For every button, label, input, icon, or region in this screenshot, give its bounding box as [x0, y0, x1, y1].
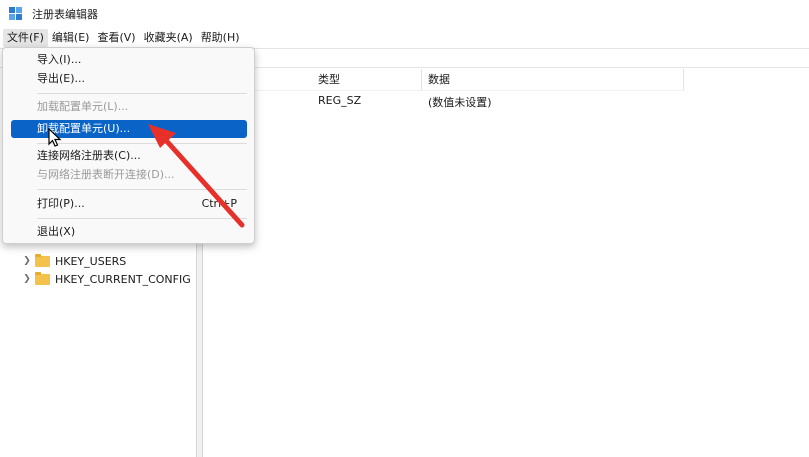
cell-type[interactable]: REG_SZ	[312, 94, 361, 107]
menu-view[interactable]: 查看(V)	[93, 29, 139, 47]
menu-separator	[37, 218, 247, 219]
menu-item-connect-network-registry[interactable]: 连接网络注册表(C)...	[11, 147, 247, 165]
menu-separator	[37, 189, 247, 190]
header-divider	[204, 90, 684, 91]
title-bar: 注册表编辑器	[0, 0, 809, 28]
menu-edit[interactable]: 编辑(E)	[48, 29, 94, 47]
menu-separator	[37, 93, 247, 94]
column-header-type[interactable]: 类型	[312, 69, 422, 90]
file-menu-dropdown: 导入(I)... 导出(E)... 加载配置单元(L)... 卸载配置单元(U)…	[2, 47, 255, 244]
menu-item-export[interactable]: 导出(E)...	[11, 70, 247, 88]
values-list-pane[interactable]: 类型 数据 REG_SZ (数值未设置)	[204, 69, 809, 457]
folder-icon	[35, 253, 50, 267]
menu-file[interactable]: 文件(F)	[3, 29, 48, 47]
menu-item-exit[interactable]: 退出(X)	[11, 223, 247, 241]
tree-item-hkey-users[interactable]: ❯ HKEY_USERS	[22, 252, 126, 270]
chevron-right-icon[interactable]: ❯	[22, 256, 32, 266]
menu-item-load-hive: 加载配置单元(L)...	[37, 100, 129, 113]
tree-item-label: HKEY_USERS	[55, 254, 127, 268]
registry-editor-icon	[9, 7, 23, 21]
tree-item-hkey-current-config[interactable]: ❯ HKEY_CURRENT_CONFIG	[22, 270, 191, 288]
chevron-right-icon[interactable]: ❯	[22, 274, 32, 284]
folder-icon	[35, 271, 50, 285]
menu-bar: 文件(F) 编辑(E) 查看(V) 收藏夹(A) 帮助(H)	[0, 28, 809, 48]
menu-favorites[interactable]: 收藏夹(A)	[140, 29, 197, 47]
menu-separator	[37, 143, 247, 144]
menu-item-print-label: 打印(P)...	[37, 197, 85, 210]
menu-item-unload-hive[interactable]: 卸载配置单元(U)...	[11, 120, 247, 138]
menu-item-import[interactable]: 导入(I)...	[11, 51, 247, 69]
mouse-pointer-icon	[48, 128, 62, 147]
menu-help[interactable]: 帮助(H)	[197, 29, 244, 47]
shortcut-label: Ctrl+P	[201, 197, 237, 210]
menu-item-disconnect-network-registry: 与网络注册表断开连接(D)...	[37, 168, 175, 181]
column-header-data[interactable]: 数据	[422, 69, 684, 90]
menu-item-print[interactable]: 打印(P)... Ctrl+P	[11, 195, 247, 213]
cell-data[interactable]: (数值未设置)	[422, 94, 492, 110]
tree-item-label: HKEY_CURRENT_CONFIG	[55, 272, 191, 286]
window-title: 注册表编辑器	[32, 8, 98, 21]
